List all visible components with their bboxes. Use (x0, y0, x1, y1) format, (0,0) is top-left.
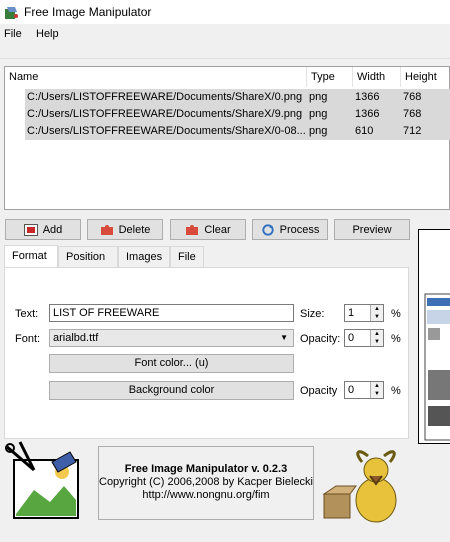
puzzle-clear-icon (186, 224, 199, 235)
text-label: Text: (15, 308, 39, 320)
process-label: Process (279, 223, 320, 236)
chevron-down-icon: ▼ (280, 333, 288, 342)
about-url: http://www.nongnu.org/fim (142, 489, 270, 501)
menu-bar: File Help (0, 26, 450, 44)
clear-button[interactable]: Clear (170, 219, 246, 240)
preview-label: Preview (352, 223, 392, 236)
puzzle-delete-icon (100, 224, 113, 235)
cell-type: png (309, 108, 328, 120)
cell-width: 1366 (355, 108, 380, 120)
text-input[interactable]: LIST OF FREEWARE (49, 304, 294, 322)
cell-name: C:/Users/LISTOFFREEWARE/Documents/ShareX… (27, 91, 303, 103)
image-list[interactable]: Name Type Width Height C:/Users/LISTOFFR… (4, 66, 450, 210)
tab-format[interactable]: Format (4, 245, 58, 268)
about-title: Free Image Manipulator v. 0.2.3 (124, 463, 288, 475)
list-row[interactable]: C:/Users/LISTOFFREEWARE/Documents/ShareX… (25, 106, 450, 123)
paint-bucket-icon (5, 7, 18, 19)
column-type[interactable]: Type (307, 67, 353, 87)
cell-width: 1366 (355, 91, 380, 103)
opacity-stepper[interactable]: 0 ▲ ▼ (344, 329, 384, 347)
opacity-value: 0 (348, 332, 355, 344)
clear-label: Clear (204, 223, 231, 236)
window-title: Free Image Manipulator (24, 5, 152, 19)
opacity-label: Opacity: (300, 333, 341, 345)
tab-position[interactable]: Position (58, 246, 118, 267)
size-unit: % (391, 308, 401, 320)
cell-height: 712 (403, 125, 422, 137)
delete-label: Delete (118, 223, 151, 236)
background-color-button[interactable]: Background color (49, 381, 294, 400)
cell-width: 610 (355, 125, 374, 137)
gnu-mascot-icon (322, 450, 397, 523)
size-stepper[interactable]: 1 ▲ ▼ (344, 304, 384, 322)
bg-opacity-unit: % (391, 385, 401, 397)
font-label: Font: (15, 333, 41, 345)
add-image-icon (23, 223, 38, 236)
about-box: Free Image Manipulator v. 0.2.3 Copyrigh… (98, 446, 314, 520)
app-logo-icon (5, 441, 79, 519)
bg-opacity-label: Opacity (300, 385, 338, 397)
column-height[interactable]: Height (401, 67, 450, 87)
cell-name: C:/Users/LISTOFFREEWARE/Documents/ShareX… (27, 125, 305, 137)
cell-name: C:/Users/LISTOFFREEWARE/Documents/ShareX… (27, 108, 303, 120)
delete-button[interactable]: Delete (87, 219, 163, 240)
cell-type: png (309, 91, 328, 103)
preview-thumbnail (424, 293, 450, 441)
about-copyright: Copyright (C) 2006,2008 by Kacper Bielec… (99, 476, 314, 488)
add-button[interactable]: Add (5, 219, 81, 240)
opacity-unit: % (391, 333, 401, 345)
size-value: 1 (348, 307, 355, 319)
list-row[interactable]: C:/Users/LISTOFFREEWARE/Documents/ShareX… (25, 89, 450, 106)
column-name[interactable]: Name (5, 67, 307, 87)
column-width[interactable]: Width (353, 67, 401, 87)
refresh-icon (261, 223, 274, 236)
bg-opacity-value: 0 (348, 384, 355, 396)
format-panel: Text: LIST OF FREEWARE Size: 1 ▲ ▼ % Font… (4, 267, 409, 439)
tab-file[interactable]: File (170, 246, 204, 267)
font-select[interactable]: arialbd.ttf ▼ (49, 329, 294, 347)
spin-arrows-icon[interactable]: ▲ ▼ (370, 330, 383, 346)
process-button[interactable]: Process (252, 219, 328, 240)
font-value: arialbd.ttf (53, 332, 99, 344)
bg-opacity-stepper[interactable]: 0 ▲ ▼ (344, 381, 384, 399)
list-rows: C:/Users/LISTOFFREEWARE/Documents/ShareX… (25, 89, 450, 140)
spin-arrows-icon[interactable]: ▲ ▼ (370, 305, 383, 321)
cell-height: 768 (403, 91, 422, 103)
font-color-button[interactable]: Font color... (u) (49, 354, 294, 373)
spin-arrows-icon[interactable]: ▲ ▼ (370, 382, 383, 398)
preview-pane (418, 229, 450, 444)
cell-height: 768 (403, 108, 422, 120)
list-row[interactable]: C:/Users/LISTOFFREEWARE/Documents/ShareX… (25, 123, 450, 140)
tab-images[interactable]: Images (118, 246, 170, 267)
menu-file[interactable]: File (4, 28, 22, 40)
list-header: Name Type Width Height (5, 67, 450, 87)
menu-separator (0, 58, 450, 59)
add-label: Add (42, 223, 63, 236)
cell-type: png (309, 125, 328, 137)
size-label: Size: (300, 308, 325, 320)
menu-help[interactable]: Help (36, 28, 59, 40)
preview-button[interactable]: Preview (334, 219, 410, 240)
